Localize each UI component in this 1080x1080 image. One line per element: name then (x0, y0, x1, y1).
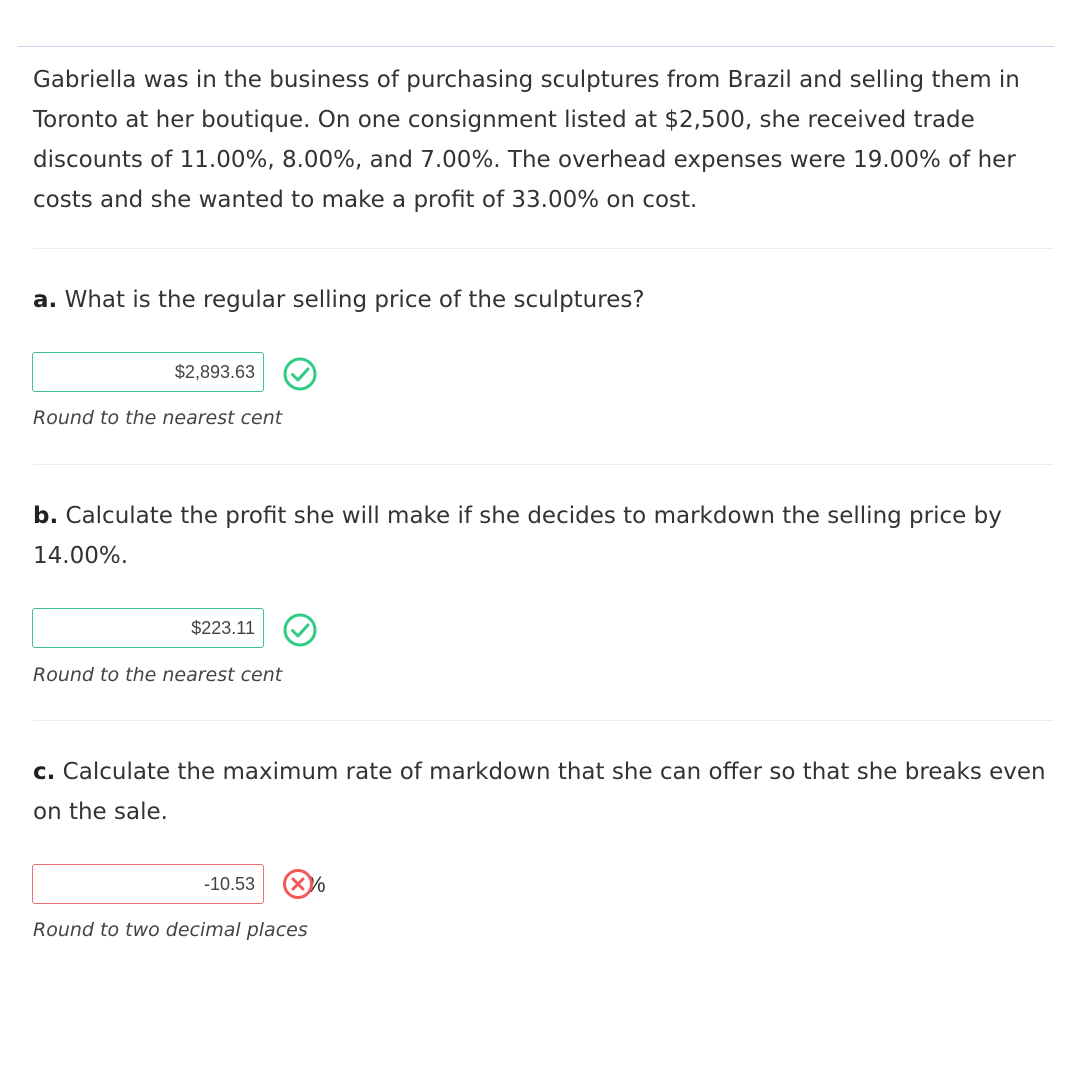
answer-c-hint: Round to two decimal places (33, 919, 308, 941)
answer-a-hint: Round to the nearest cent (33, 407, 283, 429)
answer-b-input[interactable]: $223.11 (32, 608, 264, 648)
top-rule (18, 46, 1054, 47)
x-circle-icon (283, 869, 313, 899)
answer-b-hint: Round to the nearest cent (33, 664, 283, 686)
question-a: a. What is the regular selling price of … (33, 280, 1053, 320)
question-c: c. Calculate the maximum rate of markdow… (33, 752, 1053, 832)
section-divider (33, 464, 1053, 465)
question-b-label: b. (33, 503, 59, 529)
question-a-label: a. (33, 287, 58, 313)
check-circle-icon (283, 613, 317, 647)
question-c-label: c. (33, 759, 56, 785)
section-divider (33, 720, 1053, 721)
answer-c-input[interactable]: -10.53 (32, 864, 264, 904)
question-b: b. Calculate the profit she will make if… (33, 496, 1053, 576)
question-b-text: Calculate the profit she will make if sh… (33, 503, 1002, 569)
question-a-text: What is the regular selling price of the… (57, 287, 645, 313)
section-divider (33, 248, 1053, 249)
check-circle-icon (283, 357, 317, 391)
answer-a-input[interactable]: $2,893.63 (32, 352, 264, 392)
problem-statement: Gabriella was in the business of purchas… (33, 67, 1020, 213)
question-c-text: Calculate the maximum rate of markdown t… (33, 759, 1046, 825)
